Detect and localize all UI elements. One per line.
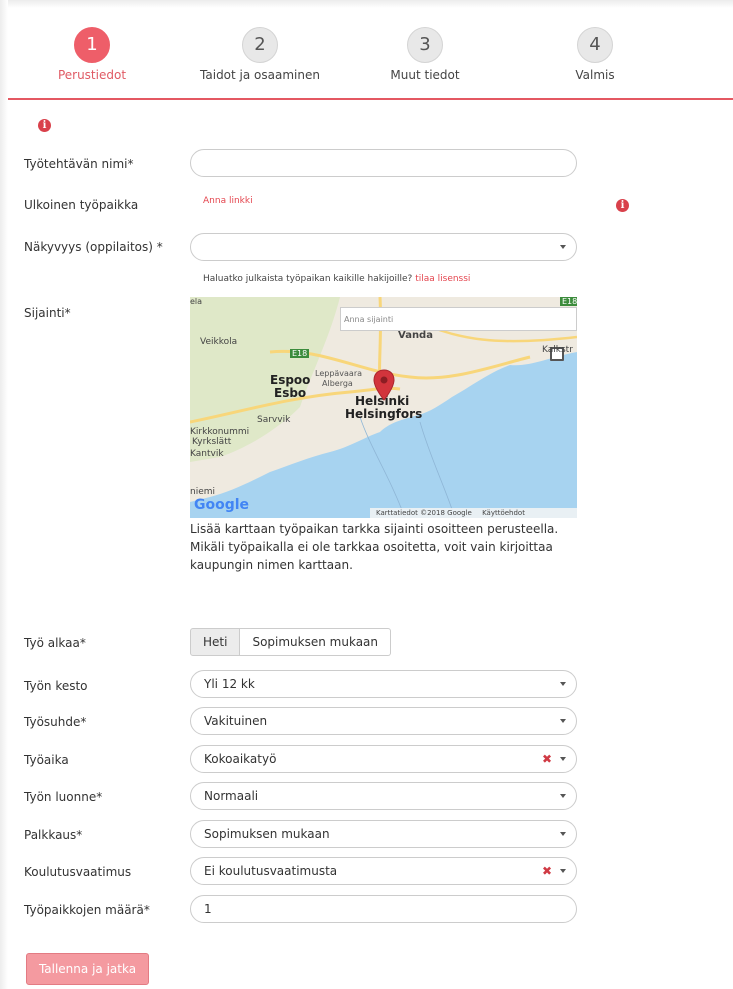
education-label: Koulutusvaatimus	[24, 865, 132, 879]
step-2[interactable]: 2 Taidot ja osaaminen	[190, 27, 330, 82]
publish-hint-row: Haluatko julkaista työpaikan kaikille ha…	[203, 274, 470, 284]
count-label: Työpaikkojen määrä*	[24, 903, 150, 917]
map-label-kalkstrand: Kalkstr	[542, 345, 573, 355]
step-1[interactable]: 1 Perustiedot	[49, 27, 135, 82]
salary-value: Sopimuksen mukaan	[204, 827, 330, 841]
map-label-veikkola: Veikkola	[200, 337, 238, 347]
map-label-leppavaara: Leppävaara	[315, 369, 363, 378]
steps-divider	[8, 98, 733, 100]
external-link[interactable]: Anna linkki	[203, 196, 253, 206]
duration-select[interactable]: Yli 12 kk	[190, 670, 577, 698]
education-select[interactable]: Ei koulutusvaatimusta ✖	[190, 857, 577, 885]
location-map[interactable]: Anna sijainti Veikkola Vanda E18 E18 ela…	[190, 297, 577, 518]
salary-select[interactable]: Sopimuksen mukaan	[190, 820, 577, 848]
nature-select[interactable]: Normaali	[190, 782, 577, 810]
external-job-label: Ulkoinen työpaikka	[24, 198, 139, 212]
duration-label: Työn kesto	[24, 679, 88, 693]
job-name-label: Työtehtävän nimi*	[24, 157, 134, 171]
save-continue-button[interactable]: Tallenna ja jatka	[26, 953, 149, 985]
google-logo: Google	[194, 497, 250, 513]
map-label-ela: ela	[190, 297, 203, 306]
map-label-vantaa: Vanda	[398, 330, 433, 341]
clear-icon[interactable]: ✖	[542, 858, 552, 884]
nature-label: Työn luonne*	[24, 790, 103, 804]
count-input[interactable]: 1	[190, 895, 577, 923]
external-info-icon[interactable]: i	[616, 199, 629, 212]
relation-select[interactable]: Vakituinen	[190, 707, 577, 735]
map-label-alberga: Alberga	[322, 379, 353, 388]
map-label-espoo: Espoo	[270, 373, 311, 387]
step-3-label: Muut tiedot	[390, 68, 460, 82]
chevron-down-icon	[560, 719, 566, 723]
map-label-kantvik: Kantvik	[190, 449, 224, 459]
map-label-kyrkslatt: Kyrkslätt	[192, 437, 232, 447]
map-description: Lisää karttaan työpaikan tarkka sijainti…	[190, 522, 559, 572]
step-1-label: Perustiedot	[57, 68, 127, 82]
info-icon[interactable]: i	[38, 119, 51, 132]
map-terms-link[interactable]: Käyttöehdot	[482, 509, 525, 517]
license-link[interactable]: tilaa lisenssi	[415, 274, 470, 284]
chevron-down-icon	[560, 757, 566, 761]
worktime-label: Työaika	[24, 753, 69, 767]
step-2-label: Taidot ja osaaminen	[200, 68, 320, 82]
nature-value: Normaali	[204, 789, 259, 803]
publish-hint: Haluatko julkaista työpaikan kaikille ha…	[203, 274, 413, 284]
relation-label: Työsuhde*	[24, 715, 87, 729]
top-shadow	[0, 0, 733, 8]
visibility-label: Näkyvyys (oppilaitos) *	[24, 240, 163, 254]
chevron-down-icon	[560, 794, 566, 798]
chevron-down-icon	[560, 682, 566, 686]
clear-icon[interactable]: ✖	[542, 746, 552, 772]
start-agreement-button[interactable]: Sopimuksen mukaan	[240, 628, 392, 656]
map-attribution: Karttatiedot ©2018 Google	[376, 509, 472, 517]
start-now-button[interactable]: Heti	[190, 628, 241, 656]
relation-value: Vakituinen	[204, 714, 268, 728]
road-shield-e18: E18	[290, 349, 310, 358]
map-label-helsingfors: Helsingfors	[345, 407, 423, 421]
map-label-kirkkonummi: Kirkkonummi	[190, 427, 250, 437]
chevron-down-icon	[560, 832, 566, 836]
map-label-niemi: niemi	[190, 487, 216, 497]
step-4[interactable]: 4 Valmis	[555, 27, 635, 82]
location-label: Sijainti*	[24, 306, 71, 320]
map-attribution-bar: Karttatiedot ©2018 Google Käyttöehdot	[370, 508, 577, 518]
step-3-number: 3	[407, 27, 443, 63]
step-4-number: 4	[577, 27, 613, 63]
road-shield-e18-east: E18	[560, 297, 577, 306]
left-shadow	[0, 0, 8, 989]
worktime-value: Kokoaikatyö	[204, 752, 277, 766]
start-toggle-group: Heti Sopimuksen mukaan	[190, 628, 392, 656]
visibility-select[interactable]	[190, 233, 577, 261]
step-2-number: 2	[242, 27, 278, 63]
step-1-number: 1	[74, 27, 110, 63]
salary-label: Palkkaus*	[24, 828, 83, 842]
start-label: Työ alkaa*	[24, 636, 86, 650]
duration-value: Yli 12 kk	[204, 677, 255, 691]
map-search-input[interactable]: Anna sijainti	[340, 307, 577, 331]
chevron-down-icon	[560, 869, 566, 873]
chevron-down-icon	[560, 245, 566, 249]
step-3[interactable]: 3 Muut tiedot	[380, 27, 470, 82]
map-label-esbo: Esbo	[274, 386, 307, 400]
map-label-sarvvik: Sarvvik	[257, 415, 291, 425]
job-name-input[interactable]	[190, 149, 577, 177]
step-4-label: Valmis	[575, 68, 615, 82]
worktime-select[interactable]: Kokoaikatyö ✖	[190, 745, 577, 773]
map-pin-icon[interactable]	[373, 369, 395, 401]
education-value: Ei koulutusvaatimusta	[204, 864, 338, 878]
